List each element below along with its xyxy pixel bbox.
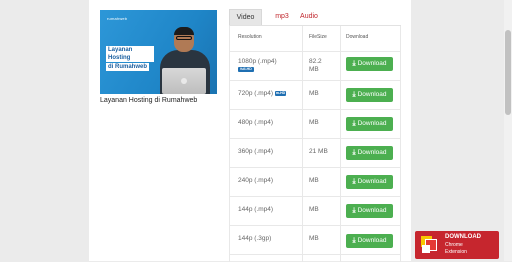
thumbnail-laptop <box>162 68 206 94</box>
tab-audio[interactable]: Audio <box>297 9 321 25</box>
table-border-right <box>400 26 401 262</box>
extension-logo-icon <box>421 236 437 253</box>
row-1080p-filesize: 82.2 MB <box>309 58 322 74</box>
thumbnail-title-line2: di Rumahweb <box>106 63 150 71</box>
row-divider <box>229 51 401 52</box>
thumbnail-person-glasses <box>176 36 192 40</box>
hd-badge: m-HD <box>274 90 287 96</box>
download-button-label: Download <box>357 207 387 214</box>
row-divider <box>229 138 401 139</box>
thumbnail-brand: rumahweb <box>107 16 128 21</box>
download-button-1080p[interactable]: ⤓ Download <box>346 57 393 71</box>
header-filesize: FileSize <box>309 34 327 40</box>
download-arrow-icon: ⤓ <box>352 207 356 214</box>
row-divider <box>229 167 401 168</box>
extension-line2: Chrome <box>445 242 463 248</box>
table-border-left <box>229 26 230 262</box>
video-title: Layanan Hosting di Rumahweb <box>100 97 198 104</box>
download-arrow-icon: ⤓ <box>352 178 356 185</box>
row-360p-resolution: 360p (.mp4) <box>238 148 274 155</box>
download-button-720p[interactable]: ⤓ Download <box>346 88 393 102</box>
row-144p-3gp-filesize: MB <box>309 235 319 242</box>
thumbnail-person-hair <box>174 27 194 35</box>
header-download: Download <box>346 34 369 40</box>
scrollbar-thumb[interactable] <box>505 30 511 115</box>
row-divider <box>229 225 401 226</box>
video-thumbnail[interactable]: rumahweb Layanan Hosting di Rumahweb <box>100 10 217 94</box>
row-divider <box>229 254 401 255</box>
row-480p-resolution: 480p (.mp4) <box>238 119 274 126</box>
resolution-label: 1080p (.mp4) <box>238 58 277 65</box>
row-360p-filesize: 21 MB <box>309 148 328 155</box>
download-arrow-icon: ⤓ <box>352 120 356 127</box>
format-tabs: Video mp3 Audio <box>229 9 401 25</box>
row-1080p-resolution: 1080p (.mp4) full-HD <box>238 58 277 72</box>
column-divider <box>302 26 303 262</box>
row-144p-mp4-filesize: MB <box>309 206 319 213</box>
download-button-360p[interactable]: ⤓ Download <box>346 146 393 160</box>
download-button-240p[interactable]: ⤓ Download <box>346 175 393 189</box>
row-720p-resolution: 720p (.mp4) m-HD <box>238 90 287 97</box>
download-button-label: Download <box>357 149 387 156</box>
extension-line3: Extension <box>445 249 467 255</box>
filesize-value: 82.2 <box>309 58 322 65</box>
row-divider <box>229 109 401 110</box>
chrome-extension-banner[interactable]: DOWNLOAD Chrome Extension <box>415 231 499 259</box>
header-resolution: Resolution <box>238 34 262 40</box>
download-button-label: Download <box>357 91 387 98</box>
thumbnail-title: Layanan Hosting di Rumahweb <box>106 46 154 72</box>
download-arrow-icon: ⤓ <box>352 91 356 98</box>
full-hd-badge: full-HD <box>238 67 254 72</box>
download-button-label: Download <box>357 237 387 244</box>
download-table: Resolution FileSize Download 1080p (.mp4… <box>229 25 401 262</box>
download-button-144p-mp4[interactable]: ⤓ Download <box>346 204 393 218</box>
scrollbar[interactable] <box>504 0 512 261</box>
row-divider <box>229 196 401 197</box>
tab-video[interactable]: Video <box>229 9 262 25</box>
filesize-unit: MB <box>309 66 319 73</box>
row-480p-filesize: MB <box>309 119 319 126</box>
resolution-label: 720p (.mp4) <box>238 90 274 97</box>
row-144p-mp4-resolution: 144p (.mp4) <box>238 206 274 213</box>
download-arrow-icon: ⤓ <box>352 60 356 67</box>
download-button-label: Download <box>357 178 387 185</box>
column-divider <box>340 26 341 262</box>
row-240p-filesize: MB <box>309 177 319 184</box>
extension-line1: DOWNLOAD <box>445 234 481 240</box>
row-144p-3gp-resolution: 144p (.3gp) <box>238 235 272 242</box>
download-button-144p-3gp[interactable]: ⤓ Download <box>346 234 393 248</box>
row-divider <box>229 80 401 81</box>
thumbnail-title-line1: Layanan Hosting <box>106 46 154 62</box>
download-button-480p[interactable]: ⤓ Download <box>346 117 393 131</box>
download-button-label: Download <box>357 120 387 127</box>
row-720p-filesize: MB <box>309 90 319 97</box>
download-arrow-icon: ⤓ <box>352 149 356 156</box>
row-240p-resolution: 240p (.mp4) <box>238 177 274 184</box>
tab-mp3[interactable]: mp3 <box>268 9 296 25</box>
download-button-label: Download <box>357 60 387 67</box>
download-arrow-icon: ⤓ <box>352 237 356 244</box>
